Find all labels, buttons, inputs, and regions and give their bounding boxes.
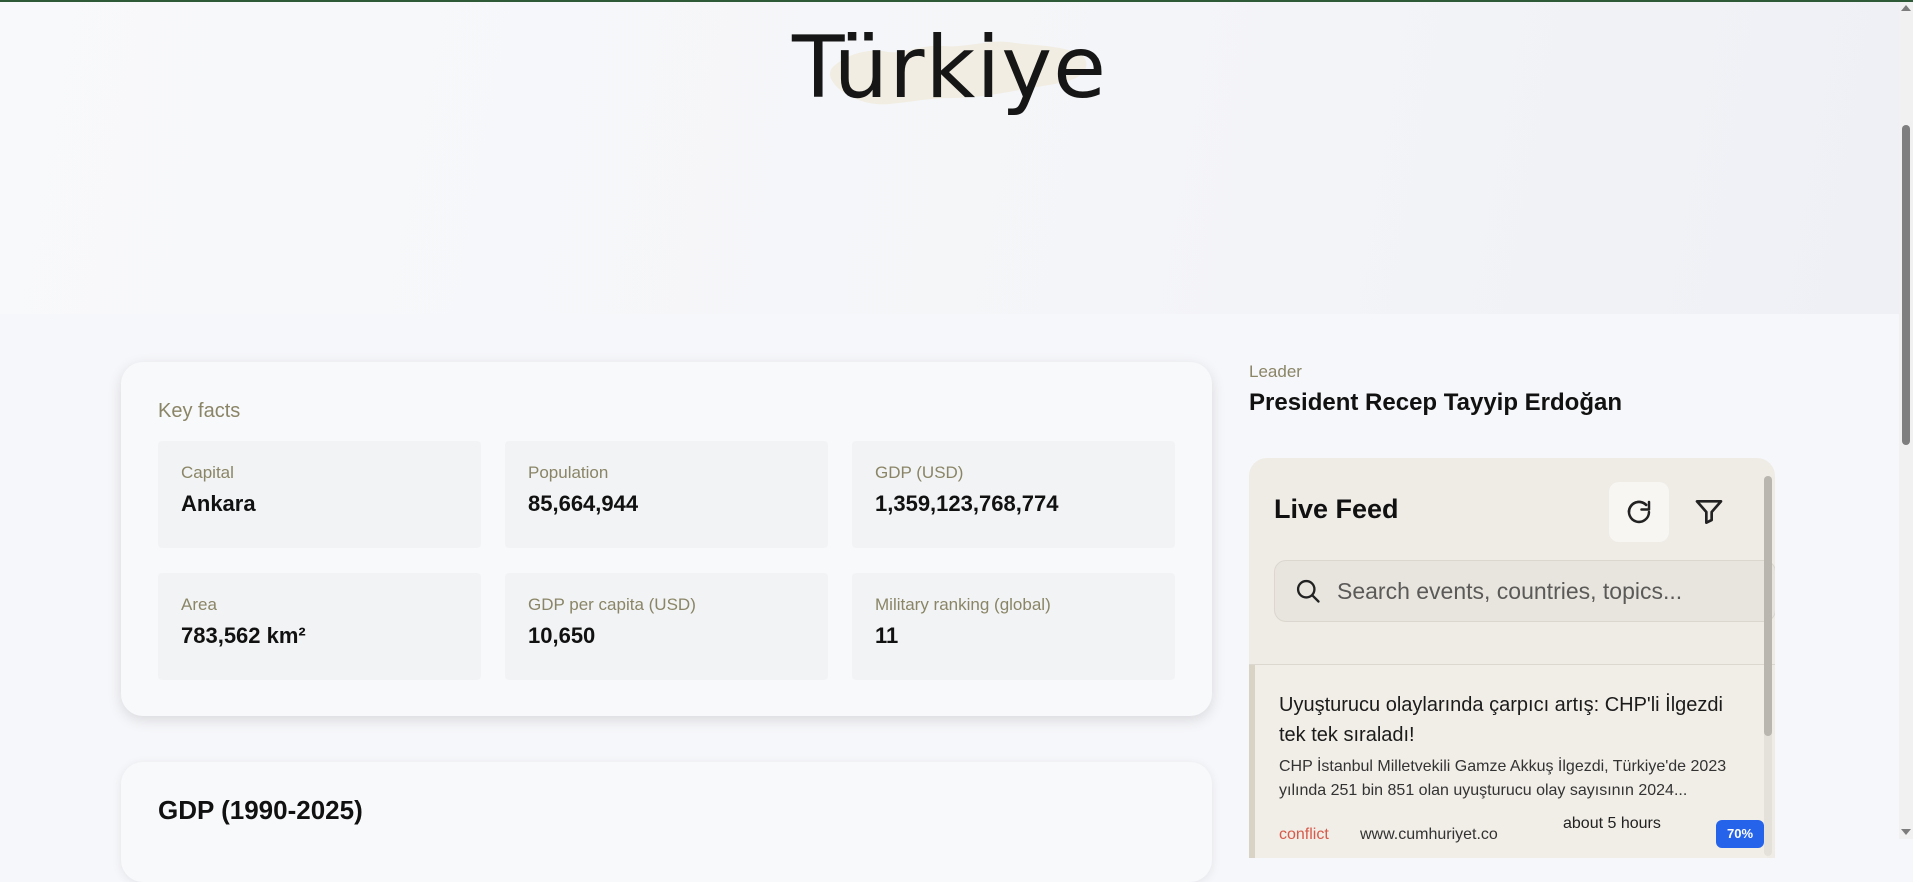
fact-value: 783,562 km²: [181, 623, 306, 648]
fact-area: Area 783,562 km²: [158, 573, 481, 680]
filter-icon: [1695, 500, 1723, 524]
live-feed-title: Live Feed: [1274, 494, 1399, 524]
news-item[interactable]: Uyuşturucu olaylarında çarpıcı artış: CH…: [1249, 665, 1767, 858]
fact-value: 10,650: [528, 623, 596, 648]
page-scrollbar[interactable]: [1899, 2, 1913, 839]
key-facts-title: Key facts: [158, 400, 241, 422]
search-icon: [1296, 579, 1320, 603]
leader-label: Leader: [1249, 362, 1302, 381]
news-tag: conflict: [1279, 826, 1329, 843]
fact-capital: Capital Ankara: [158, 441, 481, 548]
gdp-card: GDP (1990-2025): [121, 762, 1212, 882]
news-source[interactable]: www.cumhuriyet.co: [1360, 826, 1498, 844]
news-time: about 5 hours: [1563, 815, 1661, 832]
refresh-icon: [1627, 500, 1651, 524]
scroll-down-arrow-icon[interactable]: [1901, 829, 1911, 835]
live-feed-panel: Live Feed Uyuşturucu olaylarında çarpıcı…: [1249, 458, 1775, 858]
fact-label: Population: [528, 463, 609, 482]
fact-label: GDP per capita (USD): [528, 595, 696, 614]
fact-gdp-per-capita: GDP per capita (USD) 10,650: [505, 573, 828, 680]
fact-label: Military ranking (global): [875, 595, 1051, 614]
gdp-card-title: GDP (1990-2025): [158, 795, 363, 825]
page-title: Türkiye: [791, 18, 1108, 118]
refresh-button[interactable]: [1609, 482, 1669, 542]
feed-scrollbar[interactable]: [1764, 476, 1772, 856]
hero-banner: Türkiye: [0, 2, 1899, 314]
fact-value: 85,664,944: [528, 491, 639, 516]
fact-label: Area: [181, 595, 217, 614]
key-facts-card: Key facts Capital Ankara Population 85,6…: [121, 362, 1212, 716]
news-text: CHP İstanbul Milletvekili Gamze Akkuş İl…: [1279, 758, 1727, 799]
fact-label: Capital: [181, 463, 234, 482]
fact-label: GDP (USD): [875, 463, 964, 482]
fact-value: Ankara: [181, 491, 256, 516]
search-input[interactable]: [1335, 573, 1759, 609]
news-title[interactable]: Uyuşturucu olaylarında çarpıcı artış: CH…: [1279, 690, 1749, 750]
scroll-up-arrow-icon[interactable]: [1901, 5, 1911, 11]
page-scrollbar-thumb[interactable]: [1902, 125, 1910, 445]
fact-population: Population 85,664,944: [505, 441, 828, 548]
search-box[interactable]: [1274, 560, 1775, 622]
fact-gdp: GDP (USD) 1,359,123,768,774: [852, 441, 1175, 548]
feed-scrollbar-thumb[interactable]: [1764, 476, 1772, 736]
leader-name: President Recep Tayyip Erdoğan: [1249, 389, 1622, 416]
filter-button[interactable]: [1679, 482, 1739, 542]
news-badge: 70%: [1716, 820, 1764, 848]
fact-value: 1,359,123,768,774: [875, 491, 1059, 516]
fact-military-ranking: Military ranking (global) 11: [852, 573, 1175, 680]
fact-value: 11: [875, 623, 899, 648]
